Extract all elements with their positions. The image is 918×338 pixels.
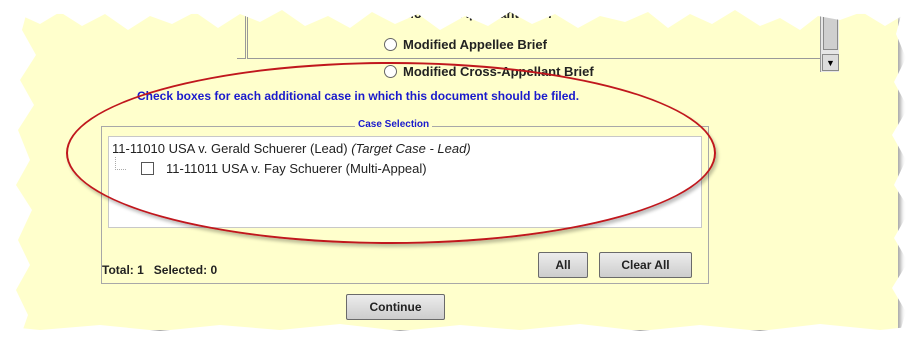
instruction-text: Check boxes for each additional case in … bbox=[137, 89, 580, 103]
left-list-frame bbox=[237, 0, 246, 59]
case-selection-legend: Case Selection bbox=[355, 119, 433, 130]
lead-case-label: 11-11010 USA v. Gerald Schuerer (Lead) bbox=[112, 141, 348, 156]
radio-label: Modified Cross-Appellant Brief bbox=[403, 64, 594, 79]
child-case-row[interactable]: 11-11011 USA v. Fay Schuerer (Multi-Appe… bbox=[141, 161, 427, 176]
continue-button[interactable]: Continue bbox=[346, 294, 445, 320]
radio-option-modified-appellant-brief[interactable]: Modified Appellant Brief bbox=[384, 6, 552, 21]
select-all-button[interactable]: All bbox=[538, 252, 588, 278]
case-checkbox[interactable] bbox=[141, 162, 154, 175]
radio-label: Modified Appellant Brief bbox=[403, 6, 553, 21]
child-case-label: 11-11011 USA v. Fay Schuerer (Multi-Appe… bbox=[166, 161, 427, 176]
list-scrollbar[interactable]: ▼ bbox=[820, 0, 839, 72]
tree-connector bbox=[115, 157, 126, 170]
radio-option-modified-cross-appellant-brief[interactable]: Modified Cross-Appellant Brief bbox=[384, 64, 594, 79]
clear-all-button[interactable]: Clear All bbox=[599, 252, 692, 278]
radio-label: Modified Appellee Brief bbox=[403, 37, 547, 52]
radio-option-modified-appellee-brief[interactable]: Modified Appellee Brief bbox=[384, 37, 547, 52]
radio-icon[interactable] bbox=[384, 7, 397, 20]
lead-case-row: 11-11010 USA v. Gerald Schuerer (Lead) (… bbox=[112, 141, 471, 156]
radio-icon[interactable] bbox=[384, 38, 397, 51]
scrollbar-thumb[interactable] bbox=[823, 2, 838, 50]
scroll-down-arrow-icon[interactable]: ▼ bbox=[822, 54, 839, 71]
lead-case-note: (Target Case - Lead) bbox=[351, 141, 471, 156]
total-selected-status: Total: 1 Selected: 0 bbox=[102, 263, 218, 277]
radio-icon[interactable] bbox=[384, 65, 397, 78]
